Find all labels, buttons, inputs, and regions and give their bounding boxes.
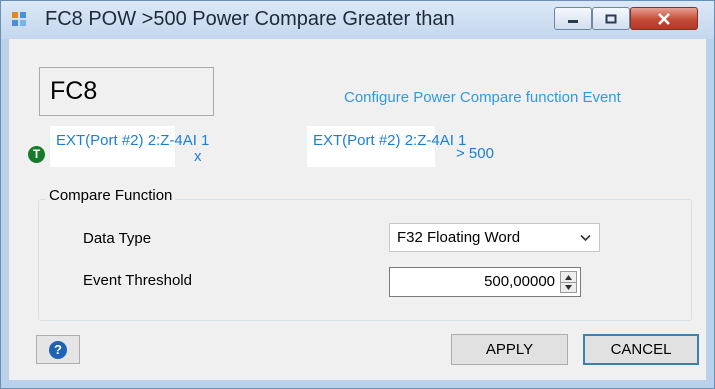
close-button[interactable]	[630, 7, 698, 30]
chevron-down-icon	[580, 234, 591, 242]
question-icon: ?	[49, 340, 67, 359]
help-button[interactable]: ?	[36, 335, 80, 364]
minimize-button[interactable]	[554, 7, 592, 30]
trigger-badge-icon: T	[28, 146, 45, 163]
dialog-body: FC8 Configure Power Compare function Eve…	[9, 39, 706, 380]
close-icon	[658, 12, 670, 25]
group-title: Compare Function	[46, 187, 176, 204]
minimize-icon	[568, 19, 578, 23]
arrow-down-icon	[565, 284, 572, 290]
maximize-button[interactable]	[592, 7, 630, 30]
data-type-value: F32 Floating Word	[397, 229, 521, 246]
comparison-label[interactable]: > 500	[456, 145, 494, 162]
operator-label: x	[194, 148, 202, 165]
operand1-button[interactable]: EXT(Port #2) 2:Z-4AI 1	[50, 126, 209, 167]
data-type-label: Data Type	[83, 230, 152, 247]
arrow-up-icon	[565, 274, 572, 280]
threshold-value: 500,00000	[484, 273, 555, 290]
function-code-box: FC8	[39, 67, 214, 116]
event-threshold-label: Event Threshold	[83, 272, 192, 289]
operand2-button[interactable]: EXT(Port #2) 2:Z-4AI 1	[307, 126, 466, 167]
dialog-window: FC8 POW >500 Power Compare Greater than …	[0, 0, 715, 389]
data-type-select[interactable]: F32 Floating Word	[389, 223, 600, 252]
stepper-buttons[interactable]	[560, 271, 577, 293]
cancel-button[interactable]: CANCEL	[583, 334, 699, 365]
compare-function-group	[38, 199, 692, 321]
title-bar[interactable]: FC8 POW >500 Power Compare Greater than	[1, 1, 714, 39]
app-icon	[11, 11, 27, 27]
apply-button[interactable]: APPLY	[451, 334, 568, 365]
threshold-stepper[interactable]: 500,00000	[389, 267, 581, 297]
maximize-icon	[605, 14, 617, 23]
configure-link[interactable]: Configure Power Compare function Event	[344, 89, 621, 106]
stepper-down-button[interactable]	[561, 282, 576, 292]
window-title: FC8 POW >500 Power Compare Greater than	[45, 8, 455, 30]
